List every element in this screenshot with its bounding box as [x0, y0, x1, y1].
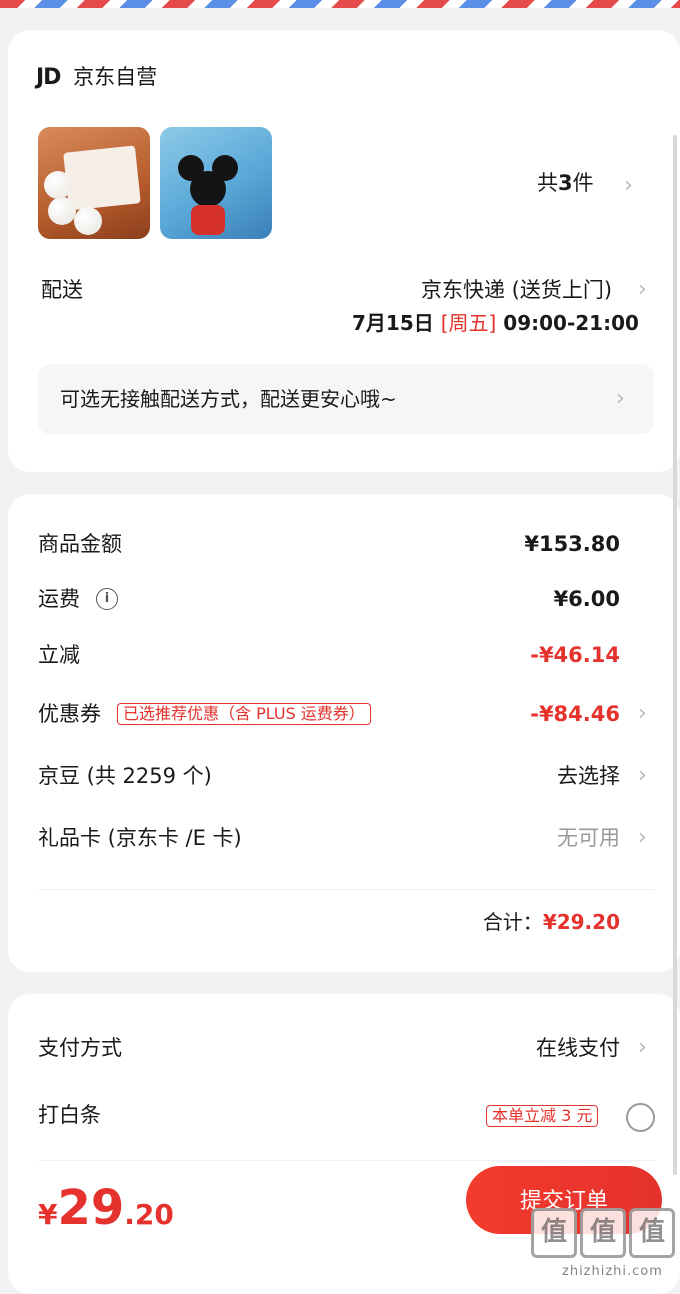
mickey-face-graphic: [190, 171, 226, 207]
store-header: JD 京东自营: [36, 67, 157, 89]
chevron-right-icon[interactable]: ›: [638, 827, 647, 849]
delivery-label: 配送: [41, 278, 83, 302]
item-count-suffix: 件: [572, 171, 594, 195]
payment-method-label: 支付方式: [38, 1036, 122, 1060]
giftcard-status[interactable]: 无可用: [557, 828, 620, 849]
total-price-decimal: .20: [124, 1198, 174, 1231]
item-count-number: 3: [558, 171, 573, 195]
jingdou-select-link[interactable]: 去选择: [557, 766, 620, 787]
product-thumbnail-mickey-blanket[interactable]: [160, 127, 272, 239]
instant-discount-label: 立减: [38, 643, 80, 667]
contactless-tip-text: 可选无接触配送方式，配送更安心哦~: [60, 387, 397, 411]
total-price: ¥29.20: [38, 1184, 174, 1232]
store-name: 京东自营: [73, 65, 158, 89]
divider: [38, 889, 654, 890]
coupon-recommended-tag: 已选推荐优惠（含 PLUS 运费券）: [117, 703, 371, 725]
watermark-url: zhizhizhi.com: [562, 1264, 663, 1279]
chevron-right-icon[interactable]: ›: [616, 388, 625, 410]
chevron-right-icon[interactable]: ›: [638, 703, 647, 725]
radio-unchecked-icon[interactable]: [626, 1103, 655, 1132]
total-price-integer: 29: [57, 1180, 125, 1236]
delivery-date: 7月15日: [352, 311, 434, 335]
price-summary-card: 商品金额 ¥153.80 运费 i ¥6.00 立减 -¥46.14 优惠券 已…: [8, 494, 680, 972]
item-count-prefix: 共: [537, 171, 558, 195]
shipping-fee-value: ¥6.00: [553, 587, 620, 611]
baitiao-label: 打白条: [38, 1103, 101, 1127]
cotton-ball-graphic: [48, 197, 76, 225]
divider: [38, 1160, 654, 1161]
goods-amount-label: 商品金额: [38, 532, 122, 556]
subtotal-value: ¥29.20: [542, 910, 620, 934]
baitiao-discount-tag: 本单立减 3 元: [486, 1105, 599, 1127]
jd-logo: JD: [36, 65, 61, 90]
cotton-ball-graphic: [44, 171, 72, 199]
delivery-weekday: [周五]: [440, 311, 497, 335]
mickey-body-graphic: [191, 205, 225, 235]
delivery-time-window: 09:00-21:00: [503, 311, 639, 335]
cotton-ball-graphic: [74, 207, 102, 235]
chevron-right-icon[interactable]: ›: [638, 279, 647, 301]
chevron-right-icon[interactable]: ›: [638, 1037, 647, 1059]
subtotal-label: 合计：: [482, 910, 543, 934]
chevron-right-icon[interactable]: ›: [624, 175, 633, 197]
subtotal: 合计：¥29.20: [483, 912, 620, 932]
product-thumbnail-cotton-tissue[interactable]: [38, 127, 150, 239]
watermark-glyph: 值: [629, 1208, 675, 1258]
instant-discount-value: -¥46.14: [530, 643, 620, 667]
shipping-label: 运费: [38, 587, 80, 611]
watermark-glyph: 值: [531, 1208, 577, 1258]
delivery-method[interactable]: 京东快递 (送货上门): [421, 280, 612, 301]
order-items-card: JD 京东自营 共3件 › 配送 京东快递 (送货上门) › 7月15日 [周五…: [8, 30, 680, 472]
tissue-box-graphic: [63, 145, 141, 211]
contactless-delivery-tip[interactable]: 可选无接触配送方式，配送更安心哦~ ›: [38, 364, 654, 434]
info-icon[interactable]: i: [96, 588, 118, 610]
airmail-stripe: [0, 0, 680, 8]
chevron-right-icon[interactable]: ›: [638, 765, 647, 787]
payment-method-value[interactable]: 在线支付: [536, 1038, 620, 1059]
watermark-glyph: 值: [580, 1208, 626, 1258]
delivery-time[interactable]: 7月15日 [周五] 09:00-21:00: [352, 313, 639, 333]
giftcard-label: 礼品卡 (京东卡 /E 卡): [38, 826, 242, 850]
currency-symbol: ¥: [38, 1198, 58, 1231]
goods-amount-value: ¥153.80: [524, 532, 620, 556]
coupon-label: 优惠券: [38, 702, 101, 726]
item-count[interactable]: 共3件: [537, 173, 594, 194]
jingdou-label: 京豆 (共 2259 个): [38, 764, 212, 788]
coupon-discount-value[interactable]: -¥84.46: [530, 704, 620, 725]
scrollbar[interactable]: [673, 135, 677, 1175]
